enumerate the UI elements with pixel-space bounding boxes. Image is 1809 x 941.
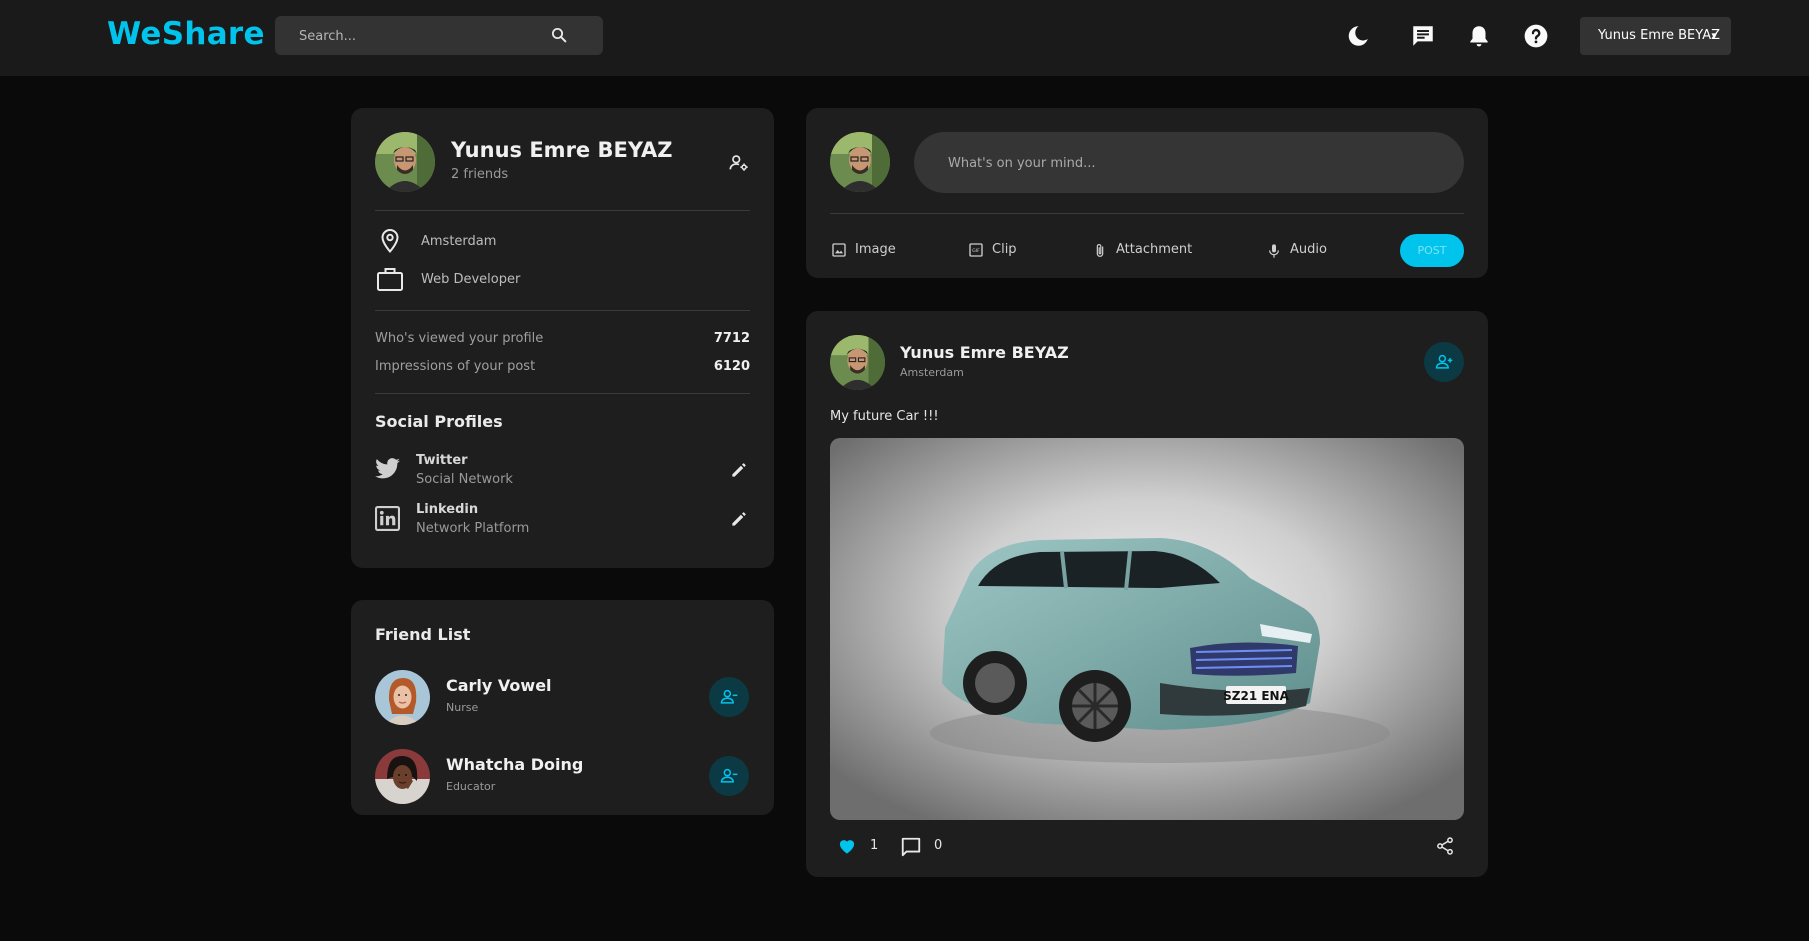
friend-name[interactable]: Carly Vowel [446,676,552,695]
profile-divider [375,210,750,211]
add-image-button[interactable]: Image [831,240,911,262]
post-text: My future Car !!! [830,409,939,424]
linkedin-icon [375,506,400,531]
image-icon [832,243,846,257]
edit-pencil-icon[interactable] [729,509,749,529]
help-question-icon[interactable] [1523,23,1549,49]
like-count: 1 [870,838,879,853]
remove-friend-button[interactable] [709,677,749,717]
social-twitter-name: Twitter [416,453,468,468]
edit-pencil-icon[interactable] [729,460,749,480]
composer-avatar [830,132,890,192]
composer-divider [830,213,1464,214]
person-remove-icon [720,689,738,704]
svg-text:GIF: GIF [972,248,980,254]
stat-impressions-value: 6120 [713,359,750,374]
add-clip-button[interactable]: GIF Clip [968,240,1038,262]
dark-mode-moon-icon[interactable] [1345,23,1371,49]
profile-friend-count: 2 friends [451,167,509,182]
license-plate-text: SZ21 ENA [1223,689,1289,703]
profile-location: Amsterdam [421,234,497,249]
remove-friend-button[interactable] [709,756,749,796]
search-box [275,16,603,57]
person-add-icon [1435,354,1453,369]
friend-list-heading: Friend List [375,625,471,644]
messages-icon[interactable] [1410,23,1436,49]
comment-count: 0 [934,838,943,853]
attachment-paperclip-icon [1096,244,1104,257]
microphone-icon [1269,244,1279,258]
profile-divider [375,310,750,311]
twitter-icon [375,458,400,479]
location-pin-icon [381,228,399,254]
post-button[interactable]: POST [1400,234,1464,267]
profile-name: Yunus Emre BEYAZ [451,138,673,162]
post-author-name[interactable]: Yunus Emre BEYAZ [900,343,1069,362]
share-icon[interactable] [1435,836,1455,856]
search-input[interactable] [297,16,541,57]
add-audio-button[interactable]: Audio [1266,240,1346,262]
manage-account-icon[interactable] [728,152,750,174]
social-profiles-heading: Social Profiles [375,412,503,431]
add-attachment-button[interactable]: Attachment [1092,240,1202,262]
user-menu-button[interactable]: Yunus Emre BEYAZ ▾ [1580,17,1731,55]
friend-role: Educator [446,780,496,793]
add-friend-button[interactable] [1424,342,1464,382]
friend-avatar[interactable] [375,749,430,804]
person-remove-icon [720,768,738,783]
post-author-location: Amsterdam [900,366,964,379]
composer-field [914,132,1464,195]
comment-icon[interactable] [900,836,922,858]
social-linkedin-desc: Network Platform [416,521,530,536]
friend-role: Nurse [446,701,479,714]
post-author-avatar[interactable] [830,335,885,390]
stat-impressions-label: Impressions of your post [375,359,536,374]
profile-avatar[interactable] [375,132,435,192]
social-linkedin-name: Linkedin [416,502,479,517]
profile-divider [375,393,750,394]
stat-profile-views-value: 7712 [713,331,750,346]
user-menu-label: Yunus Emre BEYAZ [1598,28,1721,43]
post-image[interactable]: SZ21 ENA [830,438,1464,820]
profile-occupation: Web Developer [421,272,521,287]
like-heart-icon[interactable] [837,836,857,856]
notifications-bell-icon[interactable] [1466,23,1492,49]
briefcase-icon [377,268,403,291]
stat-profile-views-label: Who's viewed your profile [375,331,544,346]
app-logo[interactable]: WeShare [107,16,265,52]
search-icon[interactable] [550,26,568,44]
chevron-down-icon: ▾ [1711,29,1717,42]
friend-name[interactable]: Whatcha Doing [446,755,583,774]
gif-icon: GIF [969,243,983,257]
top-navigation-bar: WeShare Yunus Emre BEYAZ ▾ [0,0,1809,76]
friend-avatar[interactable] [375,670,430,725]
whats-on-your-mind-input[interactable] [946,132,1430,195]
social-twitter-desc: Social Network [416,472,513,487]
